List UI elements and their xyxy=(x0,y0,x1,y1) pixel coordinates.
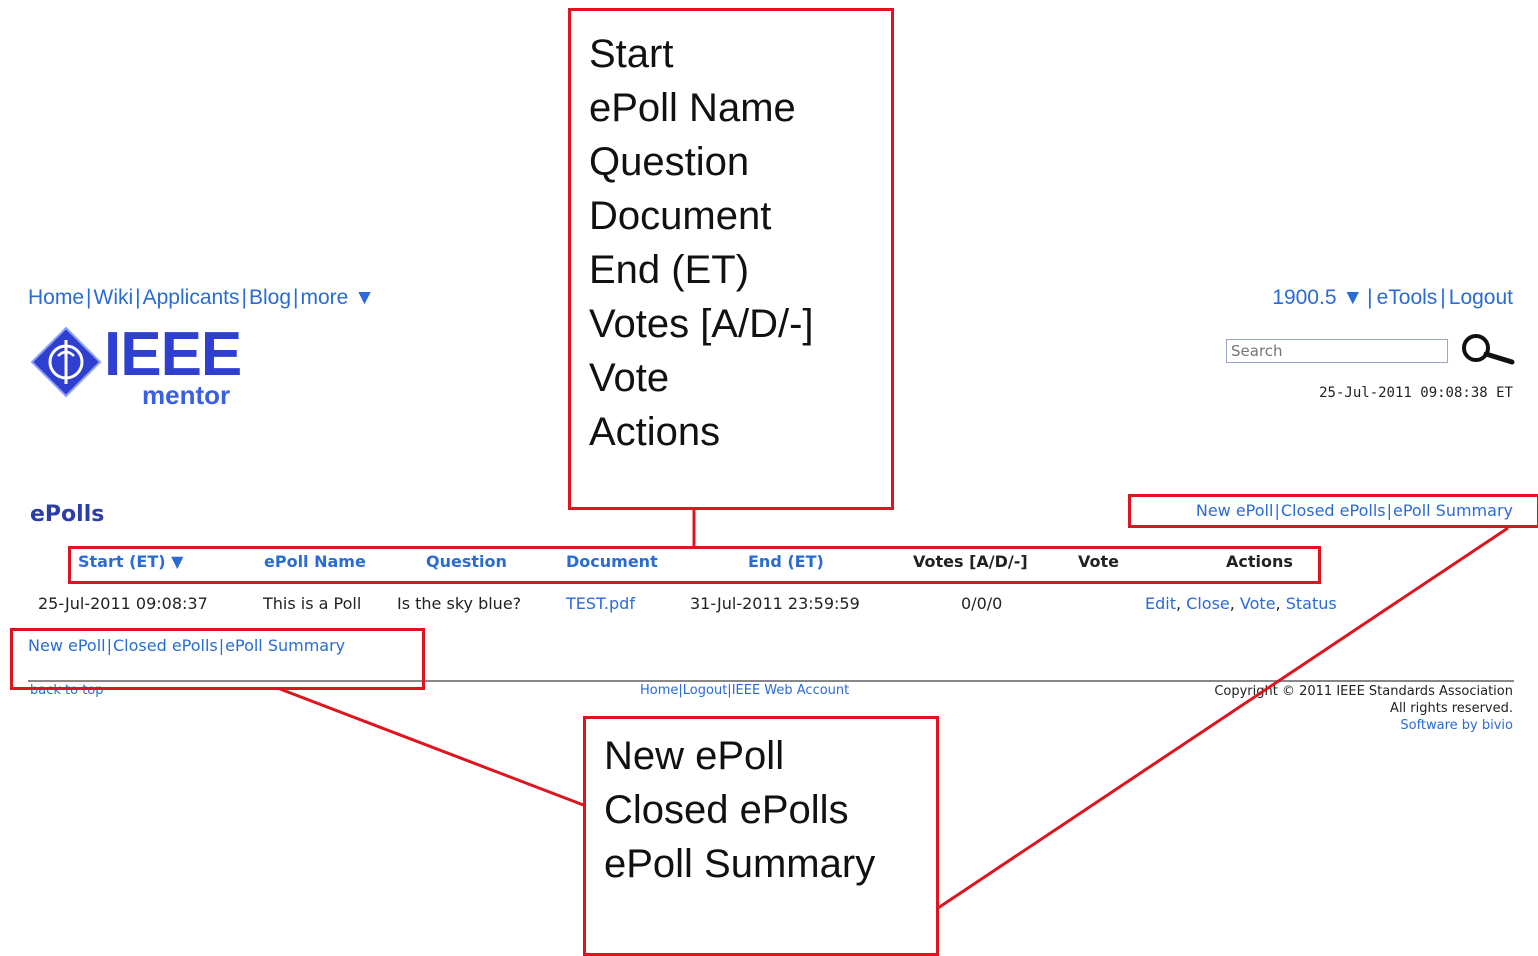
links-callout: New ePoll Closed ePolls ePoll Summary xyxy=(583,716,939,956)
callout-item: Closed ePolls xyxy=(604,788,849,832)
connector-line xyxy=(279,687,587,808)
columns-callout: Start ePoll Name Question Document End (… xyxy=(568,8,894,510)
callout-item: Start xyxy=(589,32,674,76)
bottom-links-highlight xyxy=(10,628,425,690)
callout-item: End (ET) xyxy=(589,248,750,292)
callout-item: New ePoll xyxy=(604,734,785,778)
column-headers-highlight xyxy=(68,546,1321,584)
callout-item: Actions xyxy=(589,410,721,454)
callout-item: ePoll Name xyxy=(589,86,796,130)
callout-item: Votes [A/D/-] xyxy=(589,302,814,346)
callout-item: Vote xyxy=(589,356,670,400)
callout-item: ePoll Summary xyxy=(604,842,876,886)
callout-item: Question xyxy=(589,140,750,184)
top-links-highlight xyxy=(1128,494,1538,528)
connector-line xyxy=(937,526,1509,910)
callout-item: Document xyxy=(589,194,772,238)
